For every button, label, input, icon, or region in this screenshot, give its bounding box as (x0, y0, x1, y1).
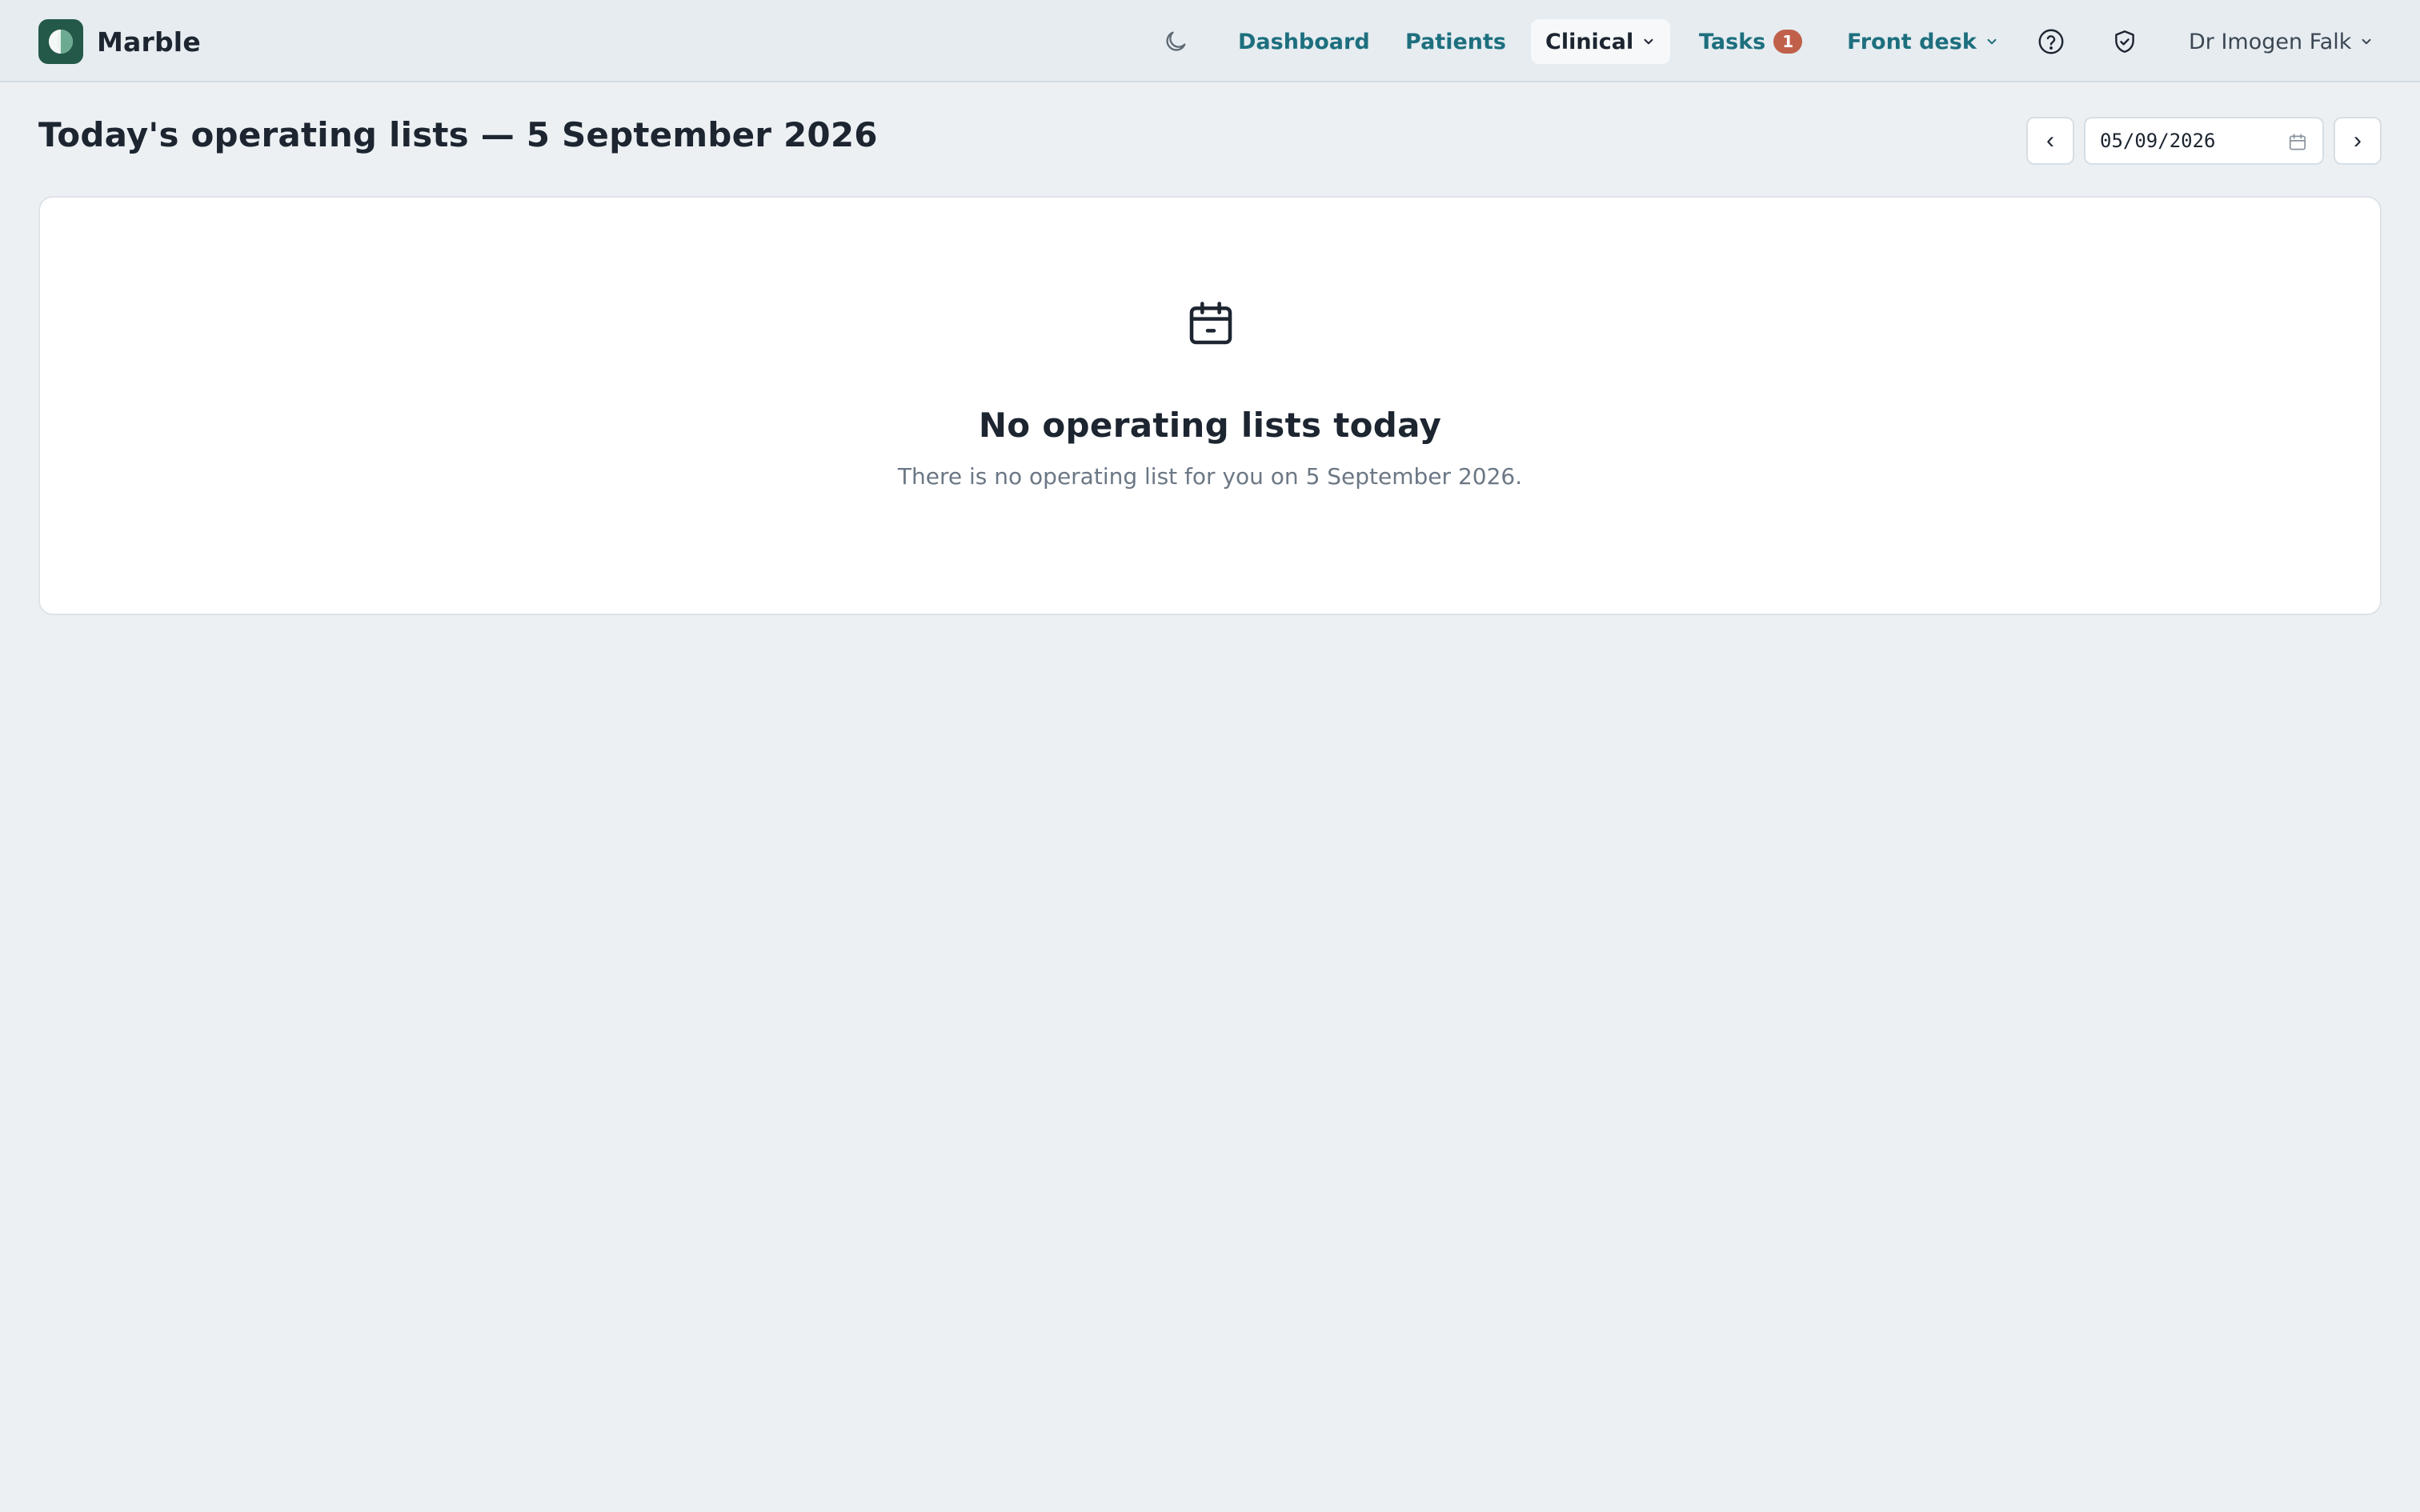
help-circle-icon (2038, 29, 2064, 54)
chevron-down-icon (2362, 38, 2371, 45)
app-name: Marble (97, 26, 201, 58)
help-button[interactable] (2029, 19, 2073, 64)
top-navigation-bar: Marble Dashboard Patients Clinical Tasks… (0, 0, 2420, 82)
nav-tasks-label: Tasks (1699, 29, 1766, 54)
brand[interactable]: Marble (38, 19, 201, 64)
nav-patients[interactable]: Patients (1405, 19, 1506, 64)
chevron-down-icon (1644, 38, 1653, 45)
shield-check-icon (2115, 30, 2134, 53)
user-name: Dr Imogen Falk (2189, 29, 2352, 54)
moon-icon (1166, 31, 1186, 51)
marble-logo-icon (38, 19, 83, 64)
nav-front-desk[interactable]: Front desk (1847, 19, 1999, 64)
date-input[interactable]: 05/09/2026 (2084, 117, 2324, 165)
chevron-down-icon (1987, 38, 1997, 45)
tasks-count-badge: 1 (1773, 30, 1803, 54)
nav-clinical[interactable]: Clinical (1531, 19, 1671, 64)
page-title: Today's operating lists — 5 September 20… (38, 115, 878, 154)
calendar-icon[interactable] (2287, 132, 2308, 153)
date-input-value: 05/09/2026 (2100, 130, 2216, 152)
nav-tasks[interactable]: Tasks 1 (1699, 19, 1803, 64)
empty-state-message: There is no operating list for you on 5 … (897, 463, 1523, 490)
operating-lists-card: No operating lists today There is no ope… (38, 196, 2382, 615)
nav-dashboard-label: Dashboard (1238, 29, 1370, 54)
nav-patients-label: Patients (1405, 29, 1506, 54)
empty-state-title: No operating lists today (978, 406, 1442, 445)
next-day-button[interactable]: › (2334, 117, 2382, 165)
main-nav: Dashboard Patients Clinical Tasks 1 Fron… (1153, 19, 2386, 64)
nav-front-desk-label: Front desk (1847, 29, 1977, 54)
date-navigator: ‹ 05/09/2026 › (2026, 117, 2382, 165)
next-day-label: › (2354, 127, 2362, 154)
calendar-icon (1189, 302, 1232, 345)
previous-day-button[interactable]: ‹ (2026, 117, 2074, 165)
nav-clinical-label: Clinical (1545, 29, 1634, 54)
nav-dashboard[interactable]: Dashboard (1238, 19, 1370, 64)
security-button[interactable] (2102, 19, 2147, 64)
user-menu[interactable]: Dr Imogen Falk (2189, 19, 2374, 64)
previous-day-label: ‹ (2046, 127, 2054, 154)
theme-toggle-button[interactable] (1153, 19, 1198, 64)
